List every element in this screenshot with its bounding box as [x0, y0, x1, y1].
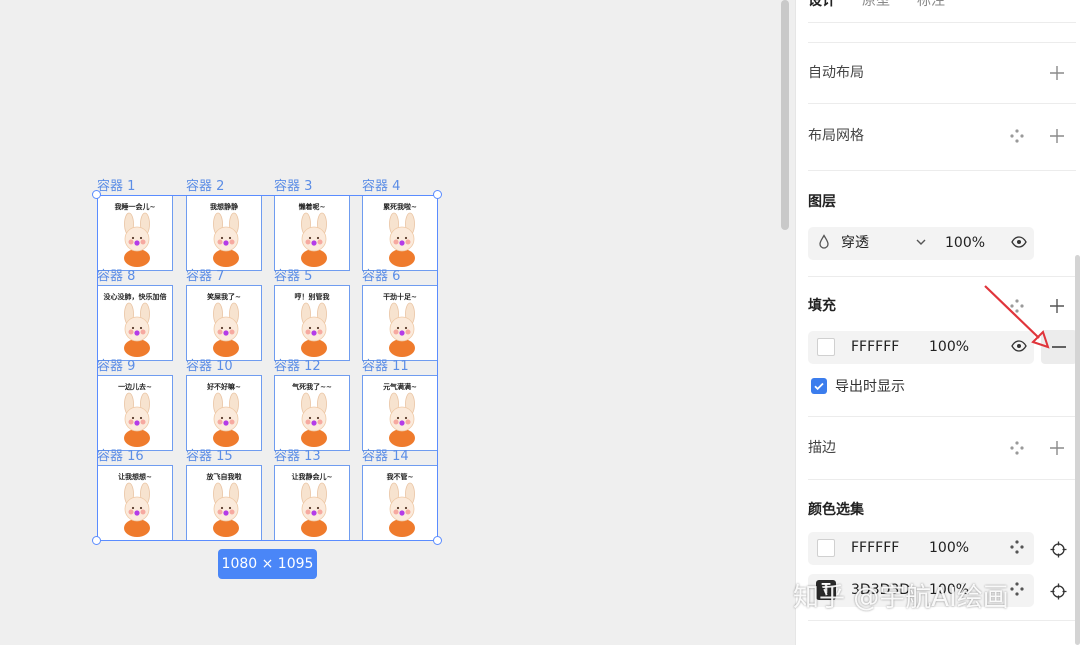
resize-handle-top-right[interactable] — [433, 190, 442, 199]
color-opacity-value: 100% — [929, 582, 970, 598]
tab-design[interactable]: 设计 — [808, 0, 836, 9]
style-dots-icon[interactable] — [1010, 540, 1024, 559]
style-dots-icon[interactable] — [1008, 127, 1026, 145]
container-label[interactable]: 容器 1 — [97, 180, 135, 194]
show-on-export-label[interactable]: 导出时显示 — [835, 378, 905, 396]
blend-mode-value: 穿透 — [841, 235, 869, 251]
color-selection-title: 颜色选集 — [808, 502, 864, 518]
section-divider — [808, 276, 1076, 277]
fill-hex-value[interactable]: FFFFFF — [851, 338, 899, 356]
container-label[interactable]: 容器 11 — [362, 360, 409, 374]
drop-icon — [817, 234, 831, 255]
style-dots-icon[interactable] — [1010, 582, 1024, 601]
add-icon[interactable] — [1048, 127, 1066, 145]
fill-opacity-value[interactable]: 100% — [929, 338, 969, 356]
section-divider — [808, 620, 1076, 621]
color-selection-item[interactable]: T 3D3D3D 100% — [808, 574, 1034, 607]
panel-scrollbar[interactable] — [1075, 255, 1080, 645]
section-divider — [808, 42, 1076, 43]
properties-panel: 设计 原型 标注 自动布局 布局网格 图层 穿透 100% 填充 FFFFFF … — [795, 0, 1080, 645]
add-icon[interactable] — [1048, 439, 1066, 457]
container-label[interactable]: 容器 7 — [186, 270, 224, 284]
tab-annotate[interactable]: 标注 — [917, 0, 945, 9]
style-dots-icon[interactable] — [1008, 439, 1026, 457]
style-dots-icon[interactable] — [1008, 297, 1026, 315]
eye-icon[interactable] — [1011, 234, 1027, 255]
canvas-scrollbar[interactable] — [781, 0, 789, 230]
container-label[interactable]: 容器 9 — [97, 360, 135, 374]
section-divider — [808, 170, 1076, 171]
stroke-title: 描边 — [808, 440, 836, 456]
container-label[interactable]: 容器 4 — [362, 180, 400, 194]
dimensions-badge: 1080 × 1095 — [218, 549, 317, 579]
container-label[interactable]: 容器 8 — [97, 270, 135, 284]
container-label[interactable]: 容器 13 — [274, 450, 321, 464]
container-label[interactable]: 容器 2 — [186, 180, 224, 194]
tabs-divider — [808, 22, 1076, 23]
fill-color-field[interactable]: FFFFFF 100% — [808, 331, 1034, 364]
auto-layout-title: 自动布局 — [808, 65, 864, 81]
fill-title: 填充 — [808, 298, 836, 314]
section-divider — [808, 479, 1076, 480]
layout-grid-title: 布局网格 — [808, 128, 864, 144]
container-label[interactable]: 容器 14 — [362, 450, 409, 464]
color-opacity-value: 100% — [929, 540, 970, 556]
color-swatch[interactable] — [817, 539, 835, 557]
remove-fill-button[interactable] — [1041, 330, 1077, 364]
color-swatch[interactable] — [817, 338, 835, 356]
layer-title: 图层 — [808, 194, 836, 210]
layer-opacity-value[interactable]: 100% — [945, 234, 985, 252]
layer-blend-field[interactable]: 穿透 100% — [808, 227, 1034, 260]
color-hex-value: FFFFFF — [851, 540, 900, 556]
eye-icon[interactable] — [1011, 338, 1027, 359]
color-selection-item[interactable]: FFFFFF 100% — [808, 532, 1034, 565]
checkbox-icon[interactable] — [811, 378, 827, 394]
container-label[interactable]: 容器 3 — [274, 180, 312, 194]
add-icon[interactable] — [1048, 297, 1066, 315]
container-label[interactable]: 容器 6 — [362, 270, 400, 284]
container-label[interactable]: 容器 12 — [274, 360, 321, 374]
target-icon[interactable] — [1049, 582, 1067, 600]
canvas[interactable]: 我睡一会儿~ 我想静静 懒着呢~ 累死我啦~ 没心没肺，快乐加倍 笑屎我了~ 哼！别管我 干劲… — [0, 0, 795, 645]
resize-handle-bottom-right[interactable] — [433, 536, 442, 545]
section-divider — [808, 103, 1076, 104]
tab-prototype[interactable]: 原型 — [862, 0, 890, 9]
resize-handle-bottom-left[interactable] — [92, 536, 101, 545]
chevron-down-icon[interactable] — [915, 235, 927, 253]
container-label[interactable]: 容器 15 — [186, 450, 233, 464]
text-style-icon: T — [816, 580, 836, 600]
add-icon[interactable] — [1048, 64, 1066, 82]
color-hex-value: 3D3D3D — [851, 582, 911, 598]
section-divider — [808, 416, 1076, 417]
container-label[interactable]: 容器 16 — [97, 450, 144, 464]
target-icon[interactable] — [1049, 540, 1067, 558]
container-label[interactable]: 容器 5 — [274, 270, 312, 284]
container-label[interactable]: 容器 10 — [186, 360, 233, 374]
